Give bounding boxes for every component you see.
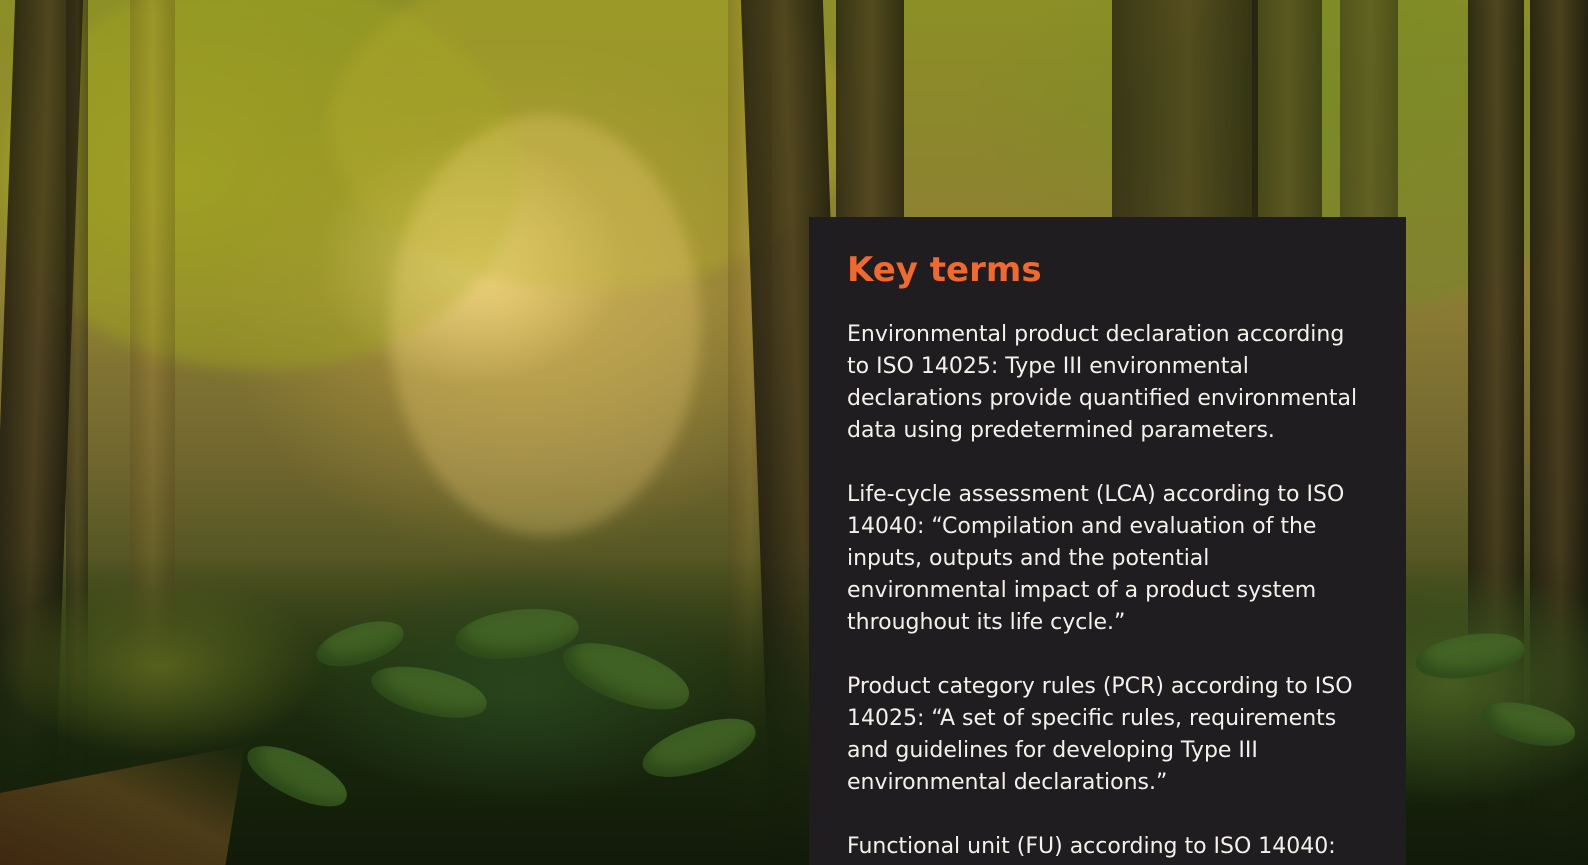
fern-leaf [366,658,492,726]
forest-hero: Key terms Environmental product declarat… [0,0,1588,865]
epd-term: Environmental product declaration accord… [847,322,1358,443]
fern-leaf [635,706,763,790]
tree-trunk [1468,0,1524,865]
pcr-term: Product category rules (PCR) according t… [847,674,1353,795]
key-terms-title: Key terms [847,250,1042,290]
sunlit-canopy-left [0,0,520,370]
fern-leaf [1412,625,1528,687]
sunbeam-glow [390,115,700,535]
lca-term: Life-cycle assessment (LCA) according to… [847,482,1345,635]
sunlit-canopy-center [330,0,850,290]
forest-path [0,745,245,865]
fern-leaf [311,612,409,676]
tree-trunk [0,0,84,865]
tree-trunk [1530,0,1588,865]
fern-leaf [555,630,697,722]
fern-leaf [1477,695,1579,753]
background-tree-trunk [728,0,772,865]
tree-trunk [66,0,88,865]
fern-leaf [452,601,582,667]
background-tree-trunk [130,0,175,865]
fern-leaf [239,734,355,818]
key-terms-panel: Key terms Environmental product declarat… [809,217,1406,865]
fu-term: Functional unit (FU) according to ISO 14… [847,834,1336,859]
